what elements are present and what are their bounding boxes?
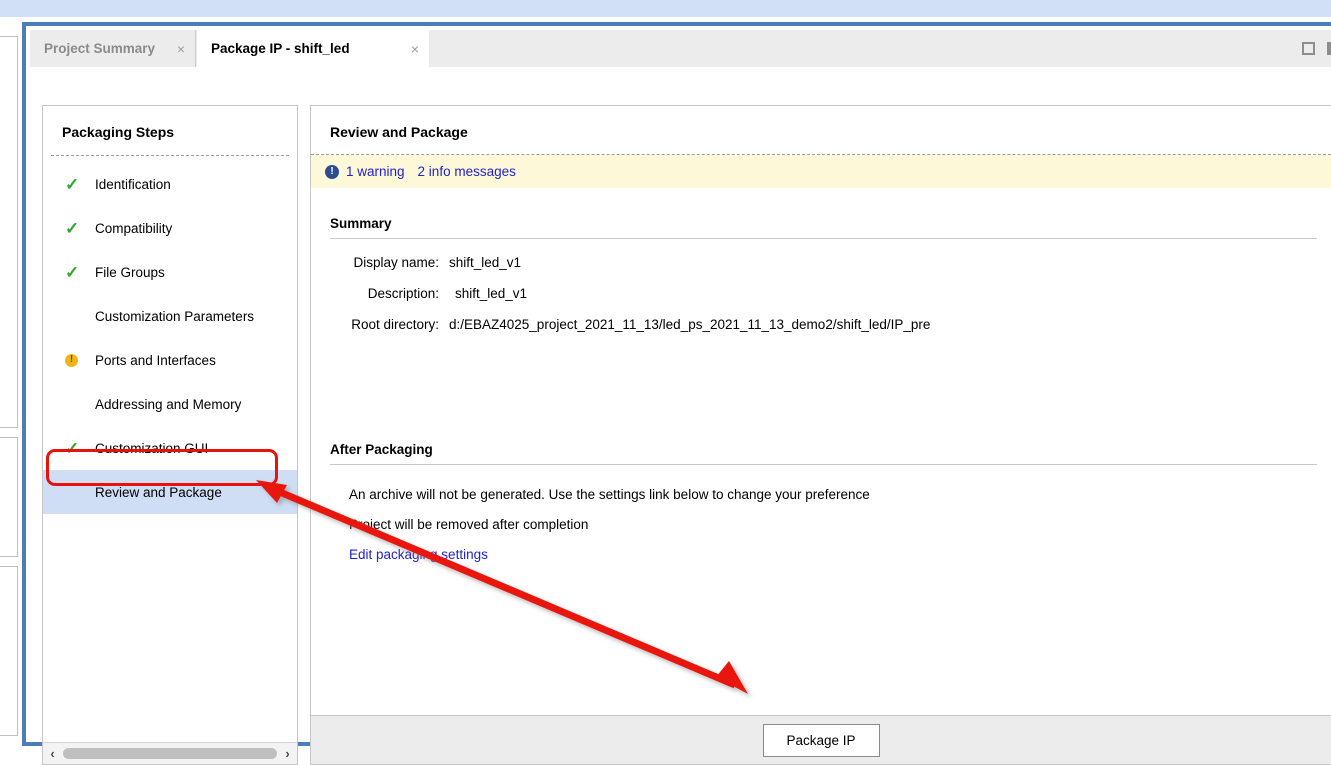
package-ip-window: Project Summary × Package IP - shift_led… [22,22,1331,765]
tab-label: Project Summary [44,41,156,56]
warning-count-link[interactable]: 1 warning [346,164,405,179]
tab-strip: Project Summary × Package IP - shift_led… [30,30,1331,67]
message-bar: 1 warning 2 info messages [311,155,1331,188]
sidebar-item-file-groups[interactable]: ✓ File Groups [43,250,297,294]
sidebar-item-label: Customization GUI [95,440,209,456]
green-check-icon: ✓ [65,218,80,238]
sidebar-item-label: Compatibility [95,220,173,236]
field-label: Display name: [353,255,439,270]
packaging-steps-panel: Packaging Steps ✓ Identification ✓ Compa… [42,105,298,765]
field-label: Description: [367,286,439,301]
window-edge-icon[interactable] [1327,42,1331,55]
sidebar-item-label: Customization Parameters [95,308,255,324]
sidebar-item-identification[interactable]: ✓ Identification [43,162,297,206]
edit-packaging-settings-link[interactable]: Edit packaging settings [349,547,1331,562]
field-label: Root directory: [351,317,439,332]
sidebar-item-label: Addressing and Memory [95,396,242,412]
background-window-panel-bottom [0,566,18,736]
scrollbar-thumb[interactable] [63,748,277,759]
background-window-panel-middle [0,437,18,557]
sidebar-item-review-and-package[interactable]: Review and Package [43,470,297,514]
summary-row-description: Description: shift_led_v1 [311,286,1331,301]
summary-row-root-directory: Root directory: d:/EBAZ4025_project_2021… [311,317,1331,332]
green-check-icon: ✓ [65,438,80,458]
packaging-steps-list: ✓ Identification ✓ Compatibility ✓ File … [43,162,297,514]
sidebar-item-customization-gui[interactable]: ✓ Customization GUI [43,426,297,470]
maximize-square-icon[interactable] [1302,42,1315,55]
tab-package-ip-shift-led[interactable]: Package IP - shift_led × [197,30,429,67]
packaging-steps-title: Packaging Steps [62,124,175,140]
project-removal-text: Project will be removed after completion [349,517,589,532]
sidebar-item-label: File Groups [95,264,165,280]
work-area: Packaging Steps ✓ Identification ✓ Compa… [30,67,1331,765]
sidebar-item-ports-and-interfaces[interactable]: Ports and Interfaces [43,338,297,382]
page-title: Review and Package [330,124,468,140]
field-value: shift_led_v1 [449,255,522,270]
scroll-right-arrow-icon[interactable]: › [278,746,297,761]
info-messages-link[interactable]: 2 info messages [418,164,516,179]
summary-heading: Summary [330,216,392,231]
desktop-top-strip [0,0,1331,17]
sidebar-item-compatibility[interactable]: ✓ Compatibility [43,206,297,250]
sidebar-horizontal-scrollbar[interactable]: ‹ › [43,742,297,764]
panel-footer: Package IP [311,715,1331,764]
close-icon[interactable]: × [163,42,185,56]
green-check-icon: ✓ [65,174,80,194]
archive-notice-text: An archive will not be generated. Use th… [349,487,870,502]
green-check-icon: ✓ [65,262,80,282]
field-value: shift_led_v1 [455,286,528,301]
scroll-left-arrow-icon[interactable]: ‹ [43,746,62,761]
field-value: d:/EBAZ4025_project_2021_11_13/led_ps_20… [449,317,931,332]
divider [330,238,1317,239]
review-and-package-panel: Review and Package 1 warning 2 info mess… [310,105,1331,765]
divider [330,464,1317,465]
sidebar-item-addressing-and-memory[interactable]: Addressing and Memory [43,382,297,426]
sidebar-item-customization-parameters[interactable]: Customization Parameters [43,294,297,338]
info-exclamation-icon [325,164,339,179]
sidebar-item-label: Ports and Interfaces [95,352,216,368]
tab-label: Package IP - shift_led [211,41,350,56]
summary-row-display-name: Display name: shift_led_v1 [311,255,1331,270]
after-packaging-heading: After Packaging [330,442,433,457]
sidebar-item-label: Review and Package [95,484,222,500]
tab-project-summary[interactable]: Project Summary × [30,30,196,67]
close-icon[interactable]: × [397,42,419,56]
sidebar-item-label: Identification [95,176,171,192]
package-ip-button[interactable]: Package IP [762,723,880,757]
background-window-panel-top [0,36,18,428]
divider [51,155,289,156]
warning-dot-icon [65,353,87,367]
